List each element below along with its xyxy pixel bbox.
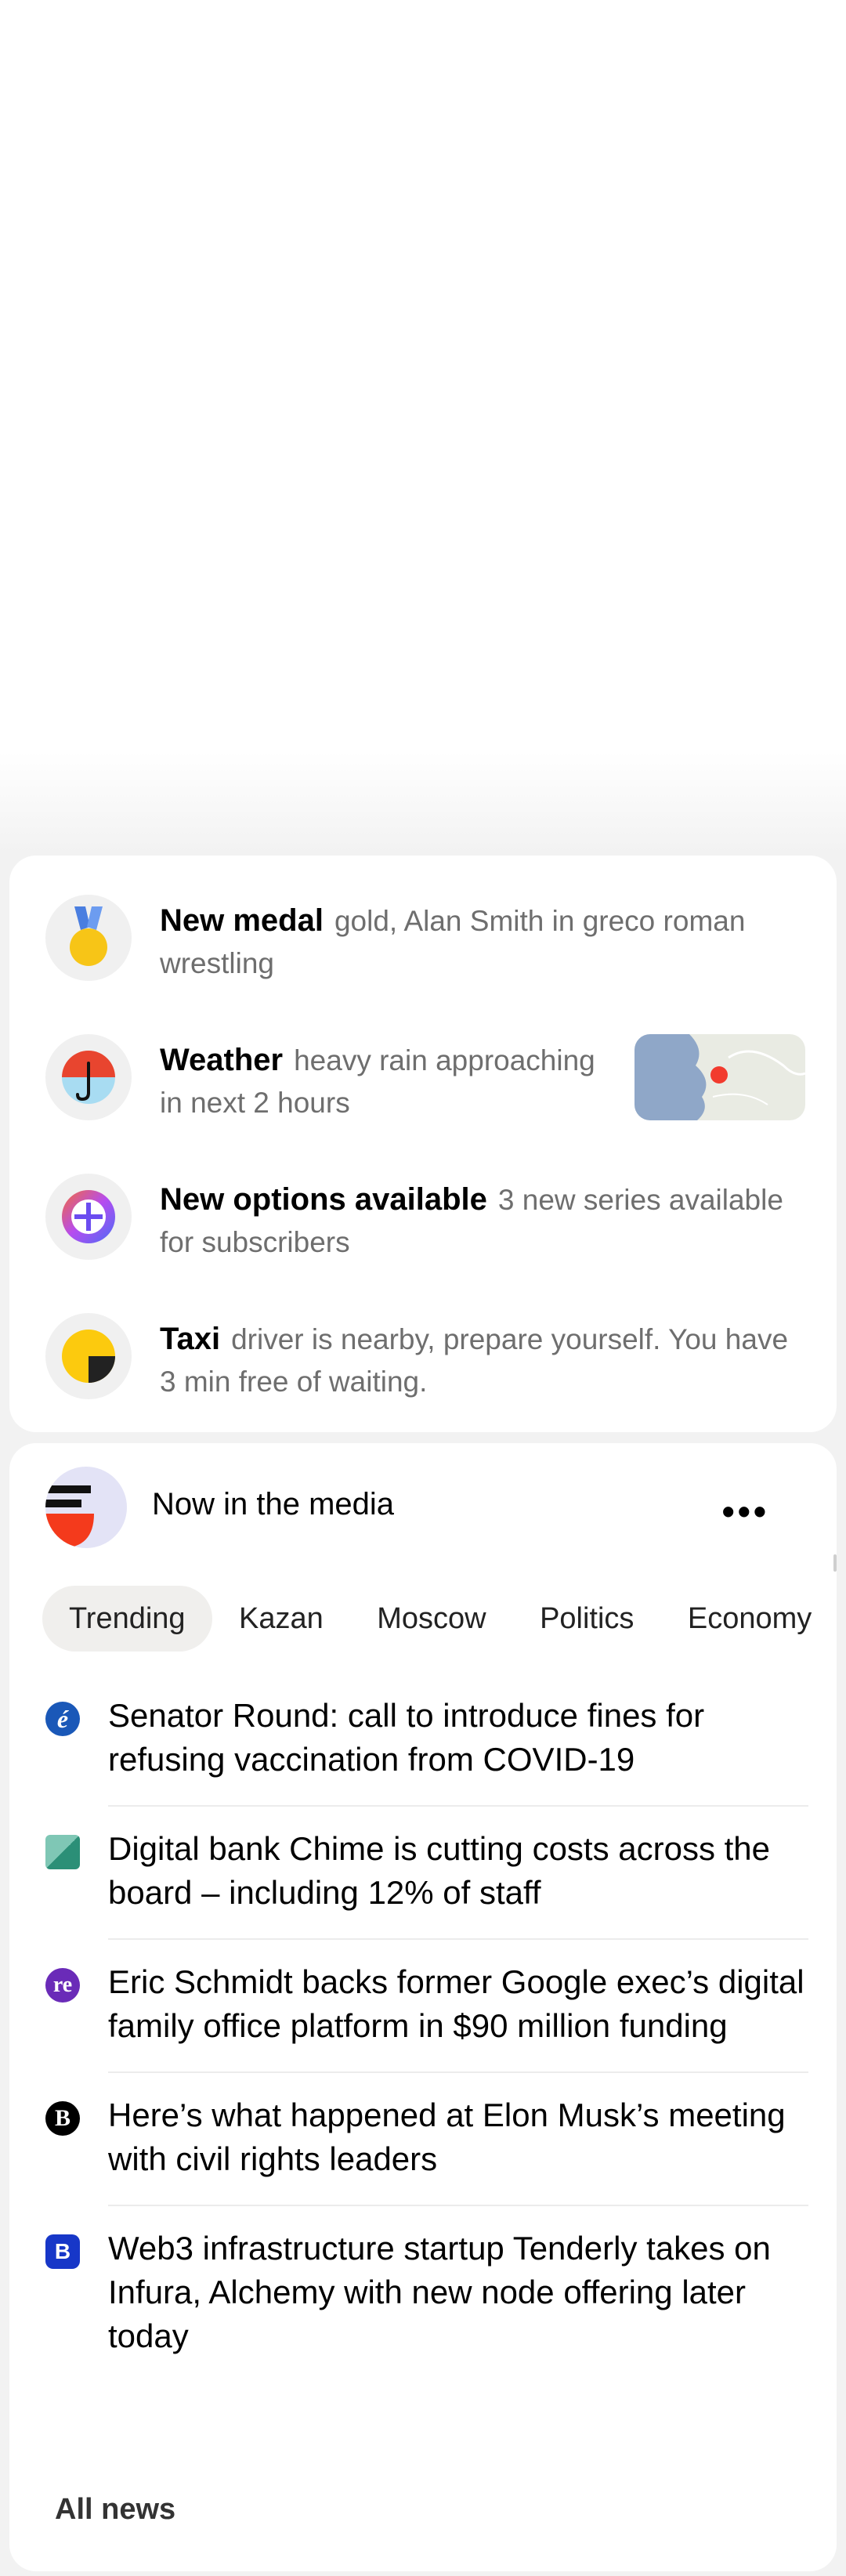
divider: [108, 2205, 808, 2206]
news-item[interactable]: Digital bank Chime is cutting costs acro…: [45, 1827, 808, 1940]
source-logo-icon: é: [45, 1702, 80, 1736]
notification-weather[interactable]: Weather heavy rain approaching in next 2 …: [45, 1034, 805, 1128]
news-item[interactable]: B Here’s what happened at Elon Musk’s me…: [45, 2093, 808, 2206]
notification-title: New options available: [160, 1182, 487, 1217]
notification-title: Taxi: [160, 1322, 221, 1356]
notification-title: Weather: [160, 1043, 284, 1077]
umbrella-icon: [45, 1034, 132, 1120]
news-headline[interactable]: Eric Schmidt backs former Google exec’s …: [108, 1960, 808, 2071]
notification-title: New medal: [160, 903, 324, 938]
medal-icon: [45, 895, 132, 981]
tab-politics[interactable]: Politics: [513, 1586, 660, 1652]
source-logo-icon: re: [45, 1968, 80, 2003]
tab-kazan[interactable]: Kazan: [212, 1586, 350, 1652]
source-logo-icon: B: [45, 2101, 80, 2136]
plus-icon: [45, 1174, 132, 1260]
divider: [108, 1938, 808, 1940]
all-news-link[interactable]: All news: [55, 2493, 175, 2527]
notification-medal[interactable]: New medal gold, Alan Smith in greco roman…: [45, 895, 805, 989]
notification-taxi[interactable]: Taxi driver is nearby, prepare yourself. …: [45, 1313, 805, 1407]
scroll-indicator: [833, 1554, 837, 1572]
notifications-card: New medal gold, Alan Smith in greco roman…: [9, 856, 837, 1432]
news-headline[interactable]: Here’s what happened at Elon Musk’s meet…: [108, 2093, 808, 2205]
media-logo-icon: [45, 1467, 127, 1548]
news-item[interactable]: B Web3 infrastructure startup Tenderly t…: [45, 2227, 808, 2382]
divider: [108, 1805, 808, 1807]
media-header: Now in the media •••: [45, 1467, 805, 1548]
news-headline[interactable]: Web3 infrastructure startup Tenderly tak…: [108, 2227, 808, 2382]
news-item[interactable]: re Eric Schmidt backs former Google exec…: [45, 1960, 808, 2073]
source-logo-icon: B: [45, 2234, 80, 2269]
more-options-button[interactable]: •••: [722, 1490, 769, 1532]
tab-economy[interactable]: Economy: [661, 1586, 837, 1652]
news-item[interactable]: é Senator Round: call to introduce fines…: [45, 1694, 808, 1807]
news-list: é Senator Round: call to introduce fines…: [45, 1694, 808, 2382]
source-logo-icon: [45, 1835, 80, 1869]
notification-text: driver is nearby, prepare yourself. You …: [160, 1323, 789, 1398]
news-headline[interactable]: Digital bank Chime is cutting costs acro…: [108, 1827, 808, 1938]
tab-trending[interactable]: Trending: [42, 1586, 212, 1652]
tab-moscow[interactable]: Moscow: [350, 1586, 512, 1652]
taxi-icon: [45, 1313, 132, 1399]
notification-options[interactable]: New options available 3 new series availa…: [45, 1174, 805, 1268]
media-card: Now in the media ••• Trending Kazan Mosc…: [9, 1443, 837, 2571]
divider: [108, 2071, 808, 2073]
news-tabs: Trending Kazan Moscow Politics Economy: [42, 1586, 835, 1652]
news-headline[interactable]: Senator Round: call to introduce fines f…: [108, 1694, 808, 1805]
media-title: Now in the media: [152, 1487, 395, 1521]
weather-map-thumbnail[interactable]: [634, 1034, 805, 1120]
